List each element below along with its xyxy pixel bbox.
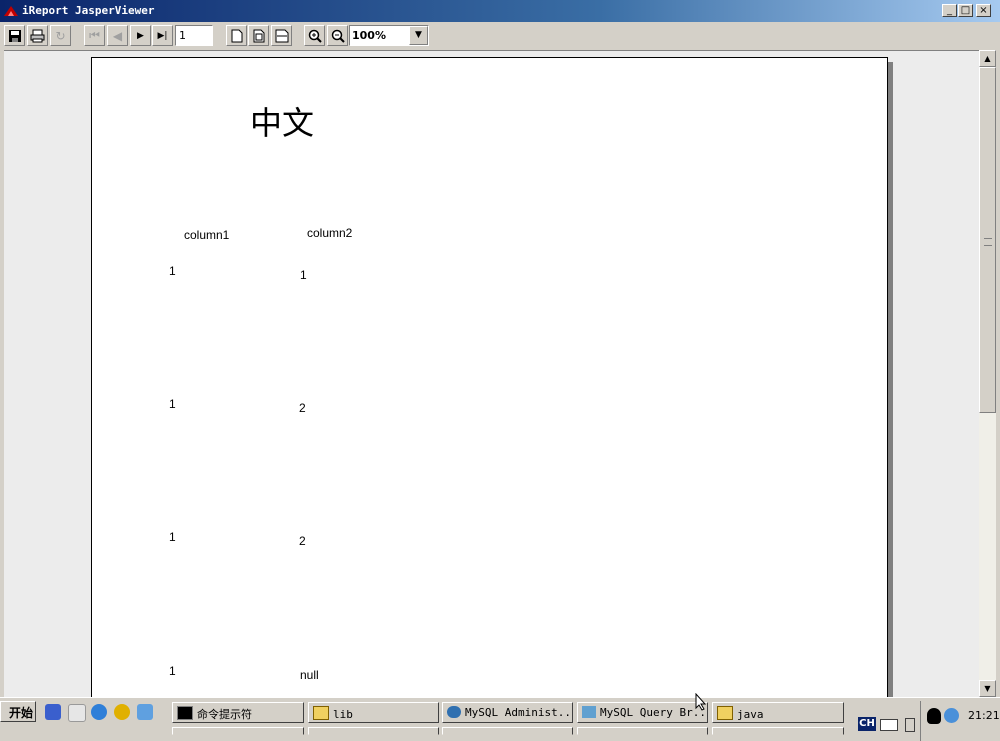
- report-viewport: 中文 column1 column2 1 1 1 2 1 2 1 null: [4, 50, 979, 698]
- outlook-icon[interactable]: [137, 704, 153, 720]
- report-page: 中文 column1 column2 1 1 1 2 1 2 1 null: [91, 57, 888, 698]
- zoom-out-button[interactable]: [327, 25, 348, 46]
- cell-column2: null: [300, 668, 319, 682]
- task-button-row2[interactable]: [712, 727, 844, 735]
- task-button-row2[interactable]: [172, 727, 304, 735]
- zoom-in-button[interactable]: [304, 25, 325, 46]
- printer-icon: [30, 29, 45, 42]
- next-page-icon: ▶: [137, 30, 144, 41]
- cell-column1: 1: [169, 530, 176, 544]
- fit-page-icon: [253, 29, 264, 42]
- task-button[interactable]: lib: [308, 702, 439, 723]
- cell-column2: 2: [299, 401, 306, 415]
- taskbar: 开始 命令提示符 lib MySQL Administ... MySQL Que…: [0, 697, 1000, 741]
- vertical-scrollbar[interactable]: ▲ ▼: [979, 50, 996, 697]
- network-icon[interactable]: [944, 708, 959, 723]
- viewer-toolbar: ↻ ⏮ ◀ ▶ ▶| 1 100% ▼: [0, 22, 1000, 50]
- save-button[interactable]: [4, 25, 25, 46]
- page-icon: [231, 29, 242, 42]
- mouse-cursor-icon: [695, 693, 707, 711]
- zoom-value: 100%: [352, 29, 386, 42]
- cell-column1: 1: [169, 397, 176, 411]
- previous-page-icon: ◀: [112, 28, 123, 43]
- task-button[interactable]: MySQL Query Br...: [577, 702, 708, 723]
- internet-explorer-icon[interactable]: [91, 704, 107, 720]
- scroll-down-icon[interactable]: ▼: [979, 680, 996, 697]
- zoom-in-icon: [308, 29, 322, 43]
- fit-page-button[interactable]: [248, 25, 269, 46]
- task-button[interactable]: 命令提示符: [172, 702, 304, 723]
- media-player-icon[interactable]: [114, 704, 130, 720]
- fit-width-button[interactable]: [271, 25, 292, 46]
- cmd-icon: [177, 706, 193, 720]
- task-button[interactable]: java: [712, 702, 844, 723]
- save-icon: [8, 29, 21, 42]
- chevron-down-icon[interactable]: ▼: [409, 26, 428, 45]
- task-button-row2[interactable]: [442, 727, 573, 735]
- close-button[interactable]: ×: [976, 4, 991, 17]
- report-title: 中文: [250, 104, 315, 142]
- next-page-button[interactable]: ▶: [130, 25, 151, 46]
- show-desktop-icon[interactable]: [45, 704, 61, 720]
- folder-icon: [717, 706, 733, 720]
- cell-column1: 1: [169, 264, 176, 278]
- title-bar[interactable]: iReport JasperViewer _ □ ×: [0, 0, 1000, 22]
- reload-icon: ↻: [55, 28, 66, 43]
- maximize-button[interactable]: □: [958, 4, 973, 17]
- actual-size-button[interactable]: [226, 25, 247, 46]
- reload-button[interactable]: ↻: [50, 25, 71, 46]
- column-header: column1: [184, 228, 230, 242]
- column-header: column2: [307, 226, 353, 240]
- task-button-row2[interactable]: [577, 727, 708, 735]
- scroll-thumb[interactable]: [979, 67, 996, 413]
- cell-column1: 1: [169, 664, 176, 678]
- cell-column2: 2: [299, 534, 306, 548]
- page-number-field[interactable]: 1: [175, 25, 213, 46]
- mysql-query-icon: [582, 706, 596, 718]
- print-button[interactable]: [27, 25, 48, 46]
- tray-expand-icon[interactable]: [905, 718, 915, 732]
- task-button[interactable]: MySQL Administ...: [442, 702, 573, 723]
- folder-icon: [313, 706, 329, 720]
- ireport-logo-icon: [4, 6, 18, 16]
- java-icon[interactable]: [68, 704, 86, 722]
- task-button-row2[interactable]: [308, 727, 439, 735]
- mysql-admin-icon: [447, 706, 461, 718]
- last-page-icon: ▶|: [157, 30, 168, 41]
- ime-indicator[interactable]: CH: [858, 717, 876, 731]
- zoom-out-icon: [331, 29, 345, 43]
- last-page-button[interactable]: ▶|: [152, 25, 173, 46]
- zoom-select[interactable]: 100% ▼: [349, 25, 429, 46]
- start-button[interactable]: 开始: [0, 701, 36, 722]
- scroll-up-icon[interactable]: ▲: [979, 50, 996, 67]
- qq-icon[interactable]: [927, 708, 941, 724]
- first-page-button[interactable]: ⏮: [84, 25, 105, 46]
- fit-width-icon: [275, 29, 288, 42]
- keyboard-icon[interactable]: [880, 719, 898, 731]
- cell-column2: 1: [300, 268, 307, 282]
- clock[interactable]: 21:21: [968, 709, 1000, 722]
- previous-page-button[interactable]: ◀: [107, 25, 128, 46]
- window-title: iReport JasperViewer: [22, 4, 155, 17]
- first-page-icon: ⏮: [89, 28, 100, 42]
- minimize-button[interactable]: _: [942, 4, 957, 17]
